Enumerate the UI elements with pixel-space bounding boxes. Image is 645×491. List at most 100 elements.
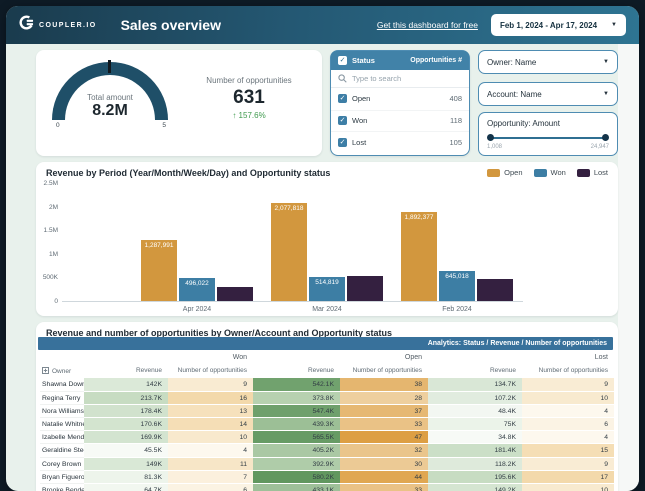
chevron-down-icon: ▼ [611,22,617,28]
account-filter-dropdown[interactable]: Account: Name ▼ [478,82,618,106]
amount-min-value: 1,008 [487,144,503,150]
table-cell: 10 [168,431,253,445]
table-cell: 134.7K [428,378,522,392]
opportunities-delta: ↑ 157.6% [232,111,266,120]
scrollbar-gutter[interactable] [618,44,639,491]
legend-swatch [533,168,547,177]
bar-value-label: 514,819 [315,279,339,286]
bar-won[interactable]: 514,819 [309,277,345,301]
owner-filter-label: Owner: Name [487,57,537,67]
table-row-owner: Natalie Whitney [40,418,84,432]
bar-won[interactable]: 645,018 [439,271,475,301]
table-cell: 33 [340,417,428,432]
dashboard-window: COUPLER.IO Sales overview Get this dashb… [6,6,639,491]
revenue-by-period-chart-card: Revenue by Period (Year/Month/Week/Day) … [36,162,618,316]
gauge-needle [108,60,111,73]
bar-open[interactable]: 1,892,377 [401,212,437,301]
gauge-label: Total amount [87,93,133,102]
table-cell: 4 [168,444,253,458]
table-cell: 32 [340,444,428,458]
y-axis-tick: 0 [54,298,58,305]
column-header-open-revenue[interactable]: Revenue [253,365,340,377]
bar-lost[interactable] [347,276,383,301]
amount-range-filter: Opportunity: Amount 1,008 24,947 [478,112,618,156]
table-cell: 181.4K [428,444,522,458]
bar-won[interactable]: 496,022 [179,278,215,301]
status-filter-header[interactable]: ✓ Status Opportunities # [331,51,469,70]
status-row-won[interactable]: ✓ Won 118 [331,109,469,132]
app-header: COUPLER.IO Sales overview Get this dashb… [6,6,639,44]
table-cell: 75K [428,417,522,432]
date-range-picker[interactable]: Feb 1, 2024 - Apr 17, 2024 ▼ [490,14,626,36]
table-cell: 48.4K [428,404,522,418]
table-cell: 13 [168,404,253,418]
checkbox-checked-icon[interactable]: ✓ [338,116,347,126]
status-row-open[interactable]: ✓ Open 408 [331,88,469,110]
table-row-owner: Corey Brown [40,458,84,471]
table-row-owner: Brooke Bender [40,484,84,491]
table-cell: 38 [340,378,428,392]
column-header-open-count[interactable]: Number of opportunities [340,365,428,377]
slider-handle-min[interactable] [487,134,494,141]
table-cell: 81.3K [84,470,168,484]
bar-value-label: 496,022 [185,280,209,287]
column-header-won-revenue[interactable]: Revenue [84,365,168,377]
table-cell: 33 [340,483,428,491]
get-dashboard-link[interactable]: Get this dashboard for free [377,20,478,30]
status-filter-panel: ✓ Status Opportunities # Type to search … [330,50,470,156]
legend-label: Won [550,168,566,177]
legend-item-lost[interactable]: Lost [576,168,608,177]
opportunities-label: Number of opportunities [206,76,292,85]
checkbox-checked-icon[interactable]: ✓ [338,56,347,65]
table-cell: 11 [168,457,253,471]
table-cell: 439.3K [253,417,340,432]
y-axis-tick: 1M [48,250,58,258]
table-cell: 14 [168,417,253,432]
table-cell: 405.2K [253,444,340,458]
legend-item-won[interactable]: Won [533,168,566,177]
bar-open[interactable]: 1,287,991 [141,240,177,301]
table-row-owner: Regina Terry [40,392,84,405]
table-cell: 195.6K [428,470,522,484]
table-cell: 542.1K [253,378,340,392]
opportunities-kpi: Number of opportunities 631 ↑ 157.6% [186,76,312,120]
y-axis-tick: 500K [42,274,58,282]
table-row-owner: Nora Williamso.. [40,405,84,418]
bar-lost[interactable] [217,287,253,301]
table-cell: 170.6K [84,417,168,432]
column-header-won-count[interactable]: Number of opportunities [168,365,253,377]
table-cell: 373.8K [253,391,340,405]
table-cell: 433.1K [253,483,340,491]
expand-table-icon[interactable] [42,367,49,376]
checkbox-checked-icon[interactable]: ✓ [338,94,347,104]
x-axis-label: Apr 2024 [182,306,212,313]
gauge-max-label: 5 [162,122,166,129]
column-header-lost-count[interactable]: Number of opportunities [522,365,614,377]
opportunities-value: 631 [233,87,265,108]
status-count-header: Opportunities # [410,57,462,64]
table-cell: 15 [522,444,614,458]
table-cell: 16 [168,391,253,405]
chevron-down-icon: ▼ [603,59,609,65]
status-option-label: Open [352,94,371,104]
status-search-input[interactable]: Type to search [331,70,469,88]
column-header-lost-revenue[interactable]: Revenue [428,365,522,377]
table-row-owner: Shawna Downs [40,378,84,392]
slider-handle-max[interactable] [602,134,609,141]
bar-group-apr-2024: 1,287,991 496,022 [141,240,253,301]
status-row-lost[interactable]: ✓ Lost 105 [331,131,469,153]
coupler-logo-icon [19,15,34,35]
column-header-owner[interactable]: Owner [40,365,84,378]
table-cell: 213.7K [84,391,168,405]
search-icon [338,70,347,88]
table-cell: 6 [522,417,614,432]
checkbox-checked-icon[interactable]: ✓ [338,137,347,147]
table-cell: 169.9K [84,431,168,445]
owner-filter-dropdown[interactable]: Owner: Name ▼ [478,50,618,74]
brand-name: COUPLER.IO [39,21,97,29]
status-option-count: 105 [449,137,462,147]
status-option-label: Lost [352,137,367,147]
bar-lost[interactable] [477,279,513,301]
legend-item-open[interactable]: Open [487,168,523,177]
bar-open[interactable]: 2,077,818 [271,203,307,301]
